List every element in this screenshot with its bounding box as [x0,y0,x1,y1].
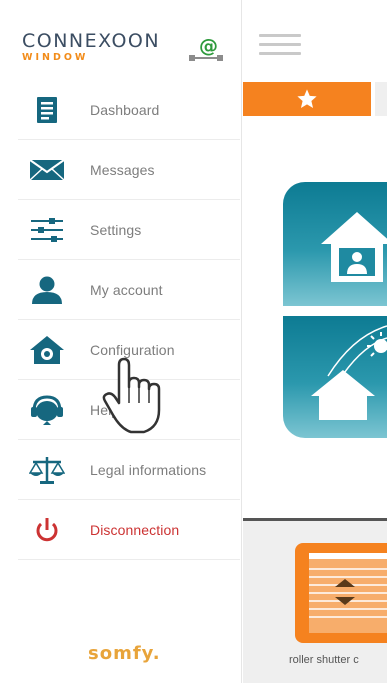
tile-weather[interactable] [283,316,387,438]
device-card-roller-shutter[interactable] [295,543,387,643]
brand-subtitle: WINDOW [22,52,89,63]
connection-status-icon: @ [187,30,225,66]
hand-pointer-icon [99,355,169,437]
sidebar-item-label: Messages [90,161,155,178]
sidebar-menu: Dashboard Messages Settings My account C… [18,80,240,560]
scales-icon [28,453,66,487]
envelope-icon [28,153,66,187]
tile-home[interactable] [283,182,387,306]
user-icon [28,273,66,307]
sidebar-item-label: My account [90,281,163,298]
sidebar-item-label: Disconnection [90,521,180,538]
somfy-logo: somfy. [88,643,161,664]
sidebar-item-messages[interactable]: Messages [18,140,240,200]
sidebar-item-label: Dashboard [90,101,160,118]
tab-bar [243,82,387,118]
main-panel: roller shutter c [243,0,387,683]
tab-favorites[interactable] [243,82,371,116]
sliders-icon [28,213,66,247]
device-label: roller shutter c [289,654,359,666]
brand-name: CONNEXOON [22,30,161,52]
house-gear-icon [28,333,66,367]
svg-text:@: @ [199,35,218,57]
sidebar-item-label: Settings [90,221,142,238]
headset-icon [28,393,66,427]
somfy-logo-text: somfy. [88,643,161,664]
hamburger-menu-icon[interactable] [259,34,301,56]
scenario-area [243,118,387,518]
dashboard-icon [28,93,66,127]
top-bar [243,0,387,82]
device-bar: roller shutter c [243,521,387,683]
sidebar-item-dashboard[interactable]: Dashboard [18,80,240,140]
star-icon [297,89,317,108]
power-icon [28,513,66,547]
home-sun-icon [311,325,387,420]
home-user-icon [321,212,387,282]
sidebar-item-settings[interactable]: Settings [18,200,240,260]
tab-next[interactable] [375,82,387,116]
app-logo: CONNEXOON WINDOW [22,30,182,70]
sidebar-item-my-account[interactable]: My account [18,260,240,320]
sidebar-item-legal-informations[interactable]: Legal informations [18,440,240,500]
sidebar-item-disconnection[interactable]: Disconnection [18,500,240,560]
sidebar: CONNEXOON WINDOW @ Dashboard Messages Se… [0,0,242,683]
roller-shutter-icon [309,553,387,633]
sidebar-item-label: Legal informations [90,461,207,478]
